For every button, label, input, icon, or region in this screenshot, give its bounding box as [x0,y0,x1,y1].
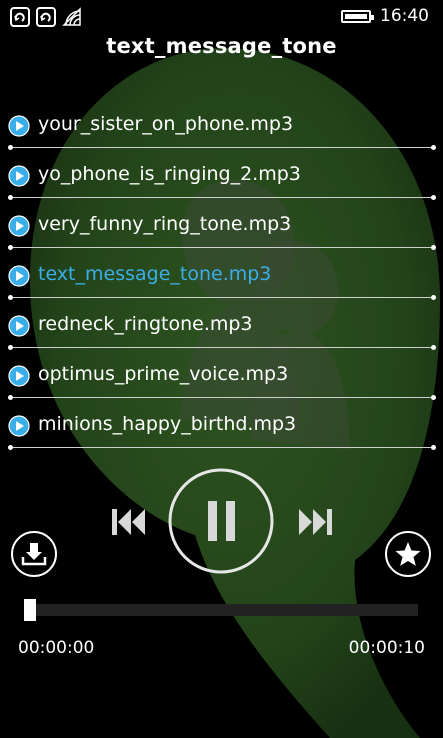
player-title: text_message_tone [106,34,337,58]
wifi-icon [62,7,81,26]
list-item[interactable]: very_funny_ring_tone.mp3 [8,205,438,255]
list-item[interactable]: yo_phone_is_ringing_2.mp3 [8,155,438,205]
track-name: your_sister_on_phone.mp3 [38,113,294,135]
track-name: very_funny_ring_tone.mp3 [38,213,292,235]
track-divider [8,195,436,200]
sync-icon [36,7,56,27]
pause-icon [168,468,274,574]
favorite-button[interactable] [384,530,432,578]
play-icon [8,415,30,437]
track-name: text_message_tone.mp3 [38,263,272,285]
download-icon [11,531,57,577]
total-time: 00:00:10 [348,638,425,658]
track-divider [8,245,436,250]
skip-previous-icon [112,509,145,535]
play-icon [8,215,30,237]
track-divider [8,345,436,350]
track-name: yo_phone_is_ringing_2.mp3 [38,163,301,185]
track-divider [8,445,436,450]
track-divider [8,145,436,150]
track-divider [8,295,436,300]
status-clock: 16:40 [380,6,429,26]
seek-thumb[interactable] [24,599,36,621]
track-name: redneck_ringtone.mp3 [38,313,253,335]
list-item[interactable]: optimus_prime_voice.mp3 [8,355,438,405]
play-icon [8,115,30,137]
status-bar: 16:40 [0,0,443,34]
star-icon [385,531,431,577]
list-item[interactable]: minions_happy_birthd.mp3 [8,405,438,455]
play-icon [8,165,30,187]
battery-icon [341,9,374,23]
track-divider [8,395,436,400]
track-name: minions_happy_birthd.mp3 [38,413,297,435]
list-item[interactable]: redneck_ringtone.mp3 [8,305,438,355]
track-name: optimus_prime_voice.mp3 [38,363,289,385]
current-time: 00:00:00 [18,638,95,658]
play-icon [8,365,30,387]
list-item[interactable]: text_message_tone.mp3 [8,255,438,305]
skip-next-icon [299,509,332,535]
play-pause-button[interactable] [167,467,275,575]
sync-icon [10,7,30,27]
download-button[interactable] [10,530,58,578]
playlist: your_sister_on_phone.mp3 yo_phone_is_rin… [8,105,438,455]
seek-bar[interactable] [24,604,418,616]
play-icon [8,265,30,287]
previous-track-button[interactable] [108,503,150,541]
next-track-button[interactable] [294,503,336,541]
list-item[interactable]: your_sister_on_phone.mp3 [8,105,438,155]
play-icon [8,315,30,337]
